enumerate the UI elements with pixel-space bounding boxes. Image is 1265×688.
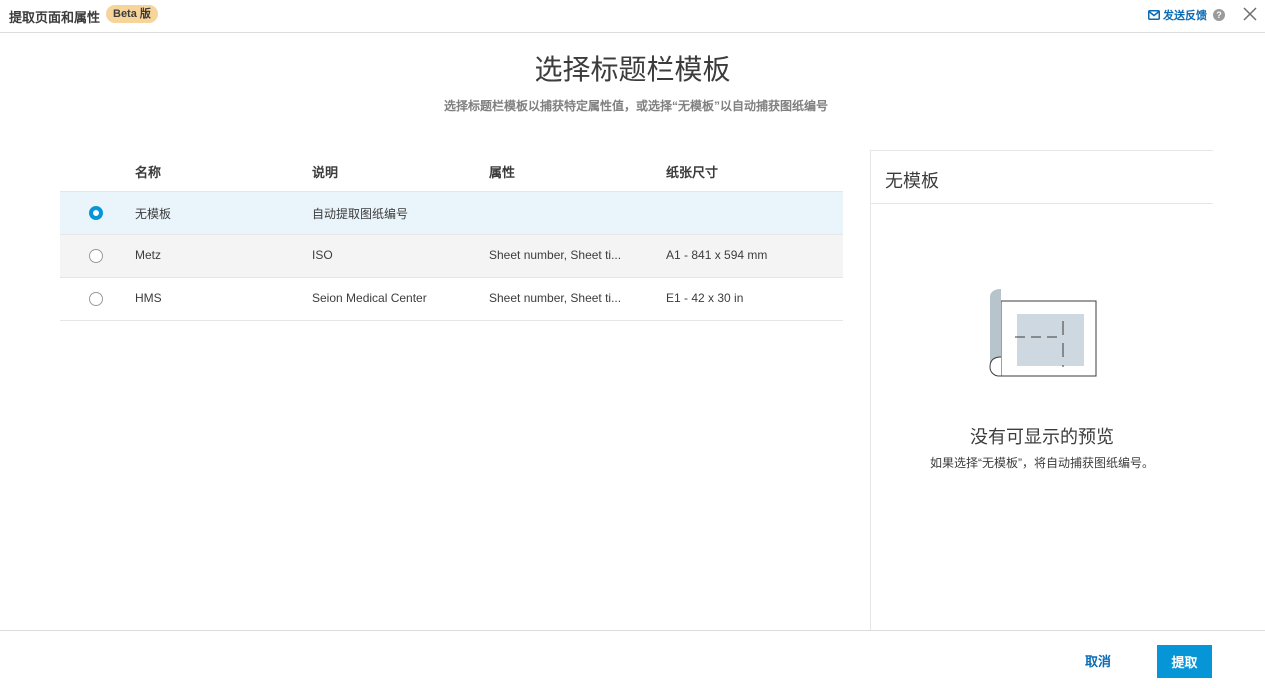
mail-icon: [1148, 10, 1160, 20]
sheet-placeholder-icon: [989, 289, 1097, 377]
preview-panel: 无模板 没有可显示的预览 如果选择“无模板”，将自动捕获图纸编号。: [870, 150, 1213, 631]
page-title: 选择标题栏模板: [534, 54, 731, 85]
page-subtitle: 选择标题栏模板以捕获特定属性值，或选择“无模板”以自动捕获图纸编号: [443, 99, 828, 113]
row-name: 无模板: [135, 207, 172, 221]
close-icon[interactable]: [1243, 7, 1257, 21]
row-name: HMS: [135, 291, 162, 305]
table-header: 名称 说明 属性 纸张尺寸: [60, 150, 843, 192]
row-description: Seion Medical Center: [312, 291, 427, 305]
top-bar: 提取页面和属性 Beta 版 发送反馈 ?: [0, 0, 1265, 33]
row-attributes: Sheet number, Sheet ti...: [489, 248, 622, 262]
row-paper-size: E1 - 42 x 30 in: [666, 291, 744, 305]
table-row-no-template[interactable]: 无模板 自动提取图纸编号: [60, 192, 843, 235]
table-row-hms[interactable]: HMS Seion Medical Center Sheet number, S…: [60, 278, 843, 321]
cancel-button[interactable]: 取消: [1085, 651, 1111, 670]
row-description: 自动提取图纸编号: [312, 207, 409, 221]
column-header-description: 说明: [312, 165, 339, 180]
no-preview-note: 如果选择“无模板”，将自动捕获图纸编号。: [930, 456, 1154, 470]
table-row-metz[interactable]: Metz ISO Sheet number, Sheet ti... A1 - …: [60, 235, 843, 278]
beta-badge: Beta 版: [106, 5, 158, 23]
footer-bar: 取消 提取: [0, 630, 1265, 688]
column-header-attributes: 属性: [489, 165, 516, 180]
send-feedback-label: 发送反馈: [1163, 10, 1207, 22]
row-name: Metz: [135, 248, 162, 262]
row-description: ISO: [312, 248, 333, 262]
no-preview-title: 没有可显示的预览: [970, 427, 1114, 447]
app-title: 提取页面和属性: [9, 10, 101, 25]
radio-button[interactable]: [89, 292, 103, 306]
send-feedback-link[interactable]: 发送反馈: [1148, 7, 1207, 23]
extract-button[interactable]: 提取: [1157, 645, 1212, 678]
preview-divider: [871, 203, 1213, 204]
radio-button-selected[interactable]: [89, 206, 103, 220]
row-paper-size: A1 - 841 x 594 mm: [666, 248, 768, 262]
column-header-name: 名称: [135, 165, 162, 180]
preview-title: 无模板: [885, 171, 939, 191]
column-header-paper-size: 纸张尺寸: [666, 165, 719, 180]
radio-button[interactable]: [89, 249, 103, 263]
help-icon[interactable]: ?: [1213, 9, 1225, 21]
row-attributes: Sheet number, Sheet ti...: [489, 291, 622, 305]
template-table: 名称 说明 属性 纸张尺寸 无模板 自动提取图纸编号 Metz ISO Shee…: [60, 150, 843, 321]
